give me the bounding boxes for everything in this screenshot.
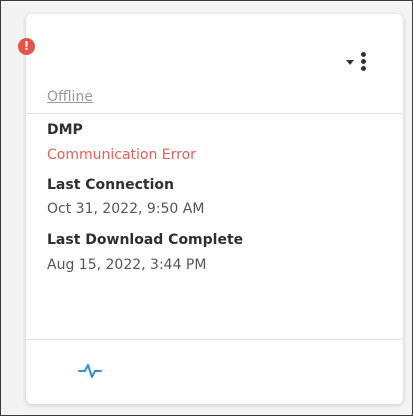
divider — [26, 113, 403, 114]
offline-status-link[interactable]: Offline — [47, 89, 93, 105]
last-download-label: Last Download Complete — [47, 232, 244, 248]
pulse-icon[interactable] — [78, 363, 102, 379]
dot — [361, 59, 366, 64]
card-menu-button[interactable] — [344, 47, 374, 77]
device-status-value: Communication Error — [47, 147, 196, 163]
footer-divider — [26, 339, 403, 340]
vertical-dots-icon — [361, 52, 366, 73]
chevron-down-icon — [346, 60, 354, 65]
device-label: DMP — [47, 122, 83, 138]
last-connection-label: Last Connection — [47, 177, 174, 193]
dot — [361, 66, 366, 71]
last-download-value: Aug 15, 2022, 3:44 PM — [47, 257, 207, 273]
last-connection-value: Oct 31, 2022, 9:50 AM — [47, 201, 205, 217]
dot — [361, 52, 366, 57]
alert-icon: ! — [18, 38, 35, 55]
